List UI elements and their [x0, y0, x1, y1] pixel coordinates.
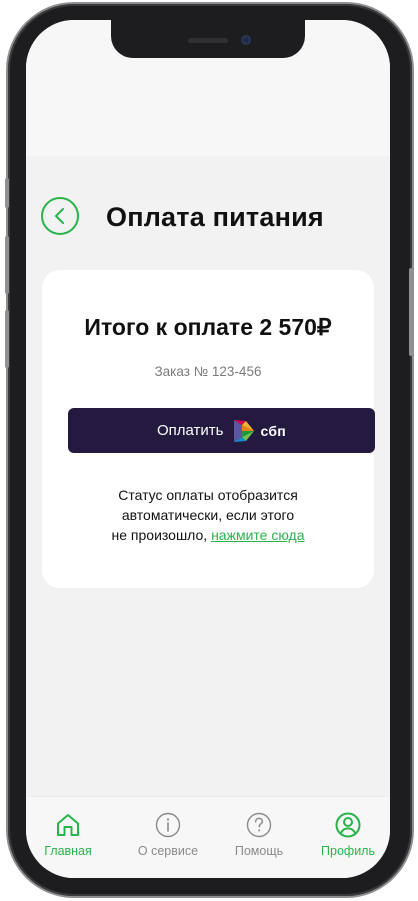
info-icon	[155, 812, 181, 838]
nav-item-home[interactable]: Главная	[28, 811, 108, 858]
order-number: Заказ № 123-456	[154, 364, 262, 379]
sbp-logo-text: сбп	[260, 422, 287, 439]
status-message: Статус оплаты отобразится автоматически,…	[42, 485, 374, 545]
nav-label-profile: Профиль	[321, 844, 375, 858]
notch	[111, 20, 305, 58]
volume-down-button	[5, 310, 9, 368]
profile-icon	[335, 812, 361, 838]
bottom-nav: Главная О сервисе Помощь Профиль	[26, 796, 390, 878]
header: Оплата питания	[26, 196, 390, 240]
payment-card: Итого к оплате 2 570₽ Заказ № 123-456 Оп…	[42, 270, 375, 588]
nav-item-about[interactable]: О сервисе	[128, 811, 208, 858]
nav-item-profile[interactable]: Профиль	[308, 811, 388, 858]
silent-switch	[5, 178, 9, 208]
page-title: Оплата питания	[106, 202, 324, 232]
front-camera	[241, 35, 251, 45]
pay-button-label: Оплатить	[156, 422, 224, 439]
status-line-2: автоматически, если этого	[121, 507, 295, 523]
volume-up-button	[5, 236, 9, 294]
home-icon	[57, 814, 79, 836]
status-line-1: Статус оплаты отобразится	[118, 487, 298, 503]
nav-label-home: Главная	[44, 844, 92, 858]
nav-item-help[interactable]: Помощь	[219, 811, 299, 858]
pay-button[interactable]: Оплатить сбп	[68, 408, 375, 453]
check-status-link[interactable]: нажмите сюда	[211, 527, 304, 543]
chevron-left-icon	[55, 208, 64, 224]
total-amount: Итого к оплате 2 570₽	[84, 314, 332, 340]
status-line-3: не произошло, нажмите сюда	[42, 525, 374, 545]
status-line-3-prefix: не произошло,	[111, 527, 212, 543]
nav-label-help: Помощь	[234, 844, 284, 858]
power-button	[409, 268, 413, 356]
screen: Оплата питания Итого к оплате 2 570₽ Зак…	[26, 20, 390, 878]
nav-label-about: О сервисе	[137, 844, 199, 858]
sbp-logo-icon	[234, 419, 255, 442]
help-icon	[246, 812, 272, 838]
speaker	[188, 38, 228, 43]
back-button[interactable]	[41, 197, 79, 235]
sbp-logo: сбп	[231, 418, 286, 444]
